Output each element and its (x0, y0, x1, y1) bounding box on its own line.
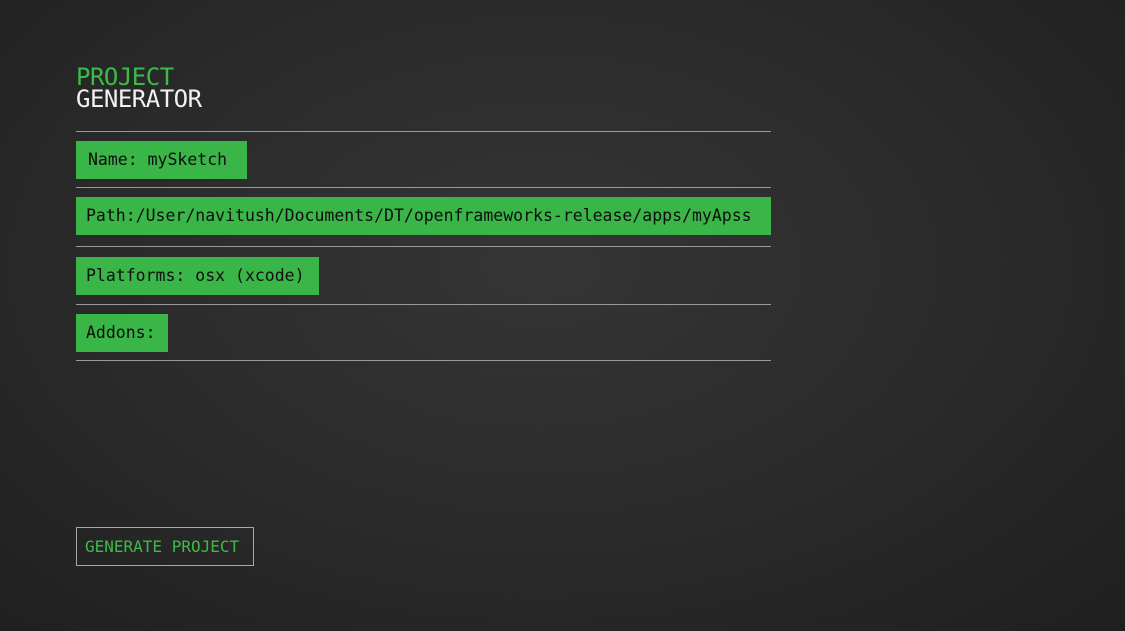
path-field[interactable]: Path:/User/navitush/Documents/DT/openfra… (76, 197, 771, 235)
app-title-line2: GENERATOR (76, 85, 202, 113)
divider (76, 246, 771, 247)
generate-project-button[interactable]: GENERATE PROJECT (76, 527, 254, 566)
name-field[interactable]: Name: mySketch (76, 141, 247, 179)
platforms-field[interactable]: Platforms: osx (xcode) (76, 257, 319, 295)
addons-field[interactable]: Addons: (76, 314, 168, 352)
divider (76, 187, 771, 188)
divider (76, 304, 771, 305)
app-title: PROJECT GENERATOR (76, 65, 202, 113)
divider (76, 360, 771, 361)
divider (76, 131, 771, 132)
